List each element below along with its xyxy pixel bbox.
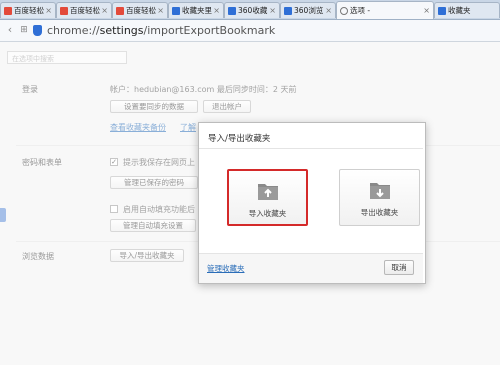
baidu-paw-icon <box>60 6 68 15</box>
address-bar[interactable]: chrome://settings/importExportBookmark <box>47 24 275 37</box>
folder-export-icon <box>369 183 390 199</box>
url-host: settings <box>99 24 144 37</box>
apps-grid-icon[interactable]: ⊞ <box>17 23 31 37</box>
cancel-button[interactable]: 取消 <box>384 260 414 275</box>
tab-title: 百度轻松 <box>70 6 100 15</box>
close-icon[interactable]: × <box>157 6 164 15</box>
page-icon <box>284 6 292 15</box>
tab-360-1[interactable]: 360收藏 × <box>224 2 280 18</box>
manage-bookmarks-link[interactable]: 管理收藏夹 <box>207 263 245 274</box>
shield-icon <box>33 25 42 36</box>
tab-title: 百度轻松 <box>14 6 44 15</box>
close-icon[interactable]: × <box>325 6 332 15</box>
tab-strip: 百度轻松 × 百度轻松 × 百度轻松 × 收藏夹里 × 360收藏 × 360浏… <box>0 0 500 20</box>
tab-baidu-1[interactable]: 百度轻松 × <box>0 2 56 18</box>
import-bookmarks-label: 导入收藏夹 <box>248 209 287 218</box>
gear-icon <box>340 6 348 15</box>
tab-bookmarks-2[interactable]: 收藏夹 <box>434 2 500 18</box>
settings-page: 在选项中搜索 登录 帐户：hedubian@163.com 最后同步时间：2 天… <box>0 42 500 365</box>
export-bookmarks-label: 导出收藏夹 <box>360 208 399 217</box>
tab-settings[interactable]: 选项 - × <box>336 1 434 19</box>
tab-title: 收藏夹 <box>448 6 471 15</box>
page-icon <box>172 6 180 15</box>
import-export-dialog: 导入/导出收藏夹 导入收藏夹 导出收藏夹 管理收藏夹 取消 <box>198 122 426 284</box>
tab-title: 选项 - <box>350 6 371 15</box>
tab-bookmarks-1[interactable]: 收藏夹里 × <box>168 2 224 18</box>
back-icon[interactable]: ‹ <box>3 23 17 37</box>
url-path: /importExportBookmark <box>143 24 276 37</box>
divider <box>199 148 423 149</box>
toolbar: ‹ ⊞ chrome://settings/importExportBookma… <box>0 20 500 42</box>
tab-360-2[interactable]: 360浏览 × <box>280 2 336 18</box>
baidu-paw-icon <box>4 6 12 15</box>
close-icon[interactable]: × <box>269 6 276 15</box>
close-icon[interactable]: × <box>101 6 108 15</box>
tab-title: 百度轻松 <box>126 6 156 15</box>
close-icon[interactable]: × <box>45 6 52 15</box>
page-icon <box>228 6 236 15</box>
export-bookmarks-card[interactable]: 导出收藏夹 <box>339 169 420 226</box>
import-bookmarks-card[interactable]: 导入收藏夹 <box>227 169 308 226</box>
close-icon[interactable]: × <box>423 6 430 15</box>
folder-import-icon <box>257 184 278 200</box>
close-icon[interactable]: × <box>213 6 220 15</box>
tab-title: 360浏览 <box>294 6 324 15</box>
tab-baidu-3[interactable]: 百度轻松 × <box>112 2 168 18</box>
tab-title: 收藏夹里 <box>182 6 212 15</box>
dialog-footer: 管理收藏夹 取消 <box>199 253 423 283</box>
tab-baidu-2[interactable]: 百度轻松 × <box>56 2 112 18</box>
url-scheme: chrome:// <box>47 24 100 37</box>
dialog-title: 导入/导出收藏夹 <box>208 134 271 144</box>
page-icon <box>438 6 446 15</box>
baidu-paw-icon <box>116 6 124 15</box>
tab-title: 360收藏 <box>238 6 268 15</box>
